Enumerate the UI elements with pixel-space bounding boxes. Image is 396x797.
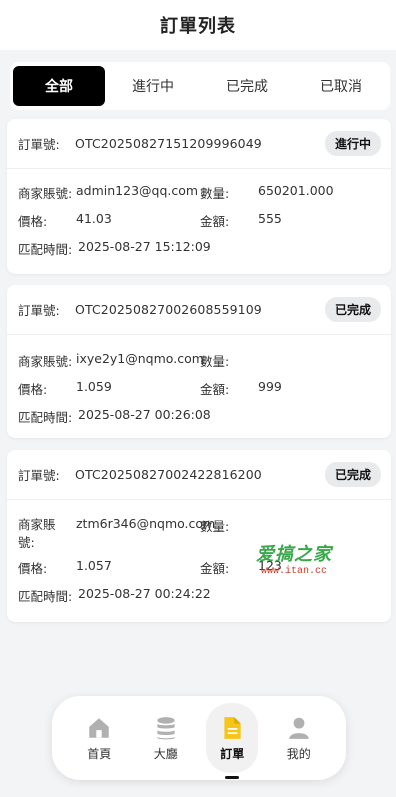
order-number-label: 訂單號:: [18, 137, 60, 152]
nav-home[interactable]: 首頁: [73, 703, 125, 773]
nav-profile[interactable]: 我的: [273, 703, 325, 773]
quantity-value: 650201.000: [258, 183, 334, 198]
match-time-value: 2025-08-27 00:26:08: [78, 407, 211, 422]
page-title: 訂單列表: [160, 16, 236, 37]
tab-all[interactable]: 全部: [13, 66, 105, 106]
nav-orders[interactable]: 訂單: [206, 703, 259, 779]
order-number-label: 訂單號:: [18, 303, 60, 318]
active-indicator: [225, 776, 240, 779]
home-icon: [89, 717, 109, 738]
amount-label: 金額:: [200, 214, 230, 229]
price-label: 價格:: [18, 561, 48, 576]
order-card-body: 商家賬號: ztm6r346@nqmo.com 數量: 價格: 1.057 金額…: [7, 500, 391, 614]
order-card[interactable]: 訂單號: OTC20250827002422816200 已完成 商家賬號: z…: [7, 450, 391, 622]
match-time-value: 2025-08-27 00:24:22: [78, 586, 211, 601]
order-card-body: 商家賬號: admin123@qq.com 數量: 650201.000 價格:…: [7, 169, 391, 267]
nav-profile-label: 我的: [286, 746, 311, 761]
order-number: OTC20250827151209996049: [75, 136, 262, 151]
order-number: OTC20250827002422816200: [75, 467, 262, 482]
document-icon: [224, 716, 241, 739]
match-time-label: 匹配時間:: [18, 410, 73, 425]
order-card-header: 訂單號: OTC20250827002608559109 已完成: [7, 285, 391, 335]
price-label: 價格:: [18, 214, 48, 229]
status-badge: 進行中: [324, 131, 381, 156]
order-number-label: 訂單號:: [18, 468, 60, 483]
order-status-tabs: 全部 進行中 已完成 已取消: [10, 62, 390, 110]
price-value: 1.057: [76, 558, 112, 573]
merchant-account: ixye2y1@nqmo.com: [76, 351, 204, 366]
quantity-label: 數量:: [200, 519, 230, 534]
quantity-label: 數量:: [200, 186, 230, 201]
order-card-header: 訂單號: OTC20250827151209996049 進行中: [7, 119, 391, 169]
price-label: 價格:: [18, 382, 48, 397]
merchant-label: 商家賬號:: [18, 186, 73, 201]
bottom-navigation: 首頁 大廳 訂單 我的: [52, 696, 346, 780]
tab-cancelled[interactable]: 已取消: [295, 66, 387, 106]
amount-label: 金額:: [200, 382, 230, 397]
merchant-label: 商家賬號:: [18, 517, 56, 550]
order-card-body: 商家賬號: ixye2y1@nqmo.com 數量: 價格: 1.059 金額:…: [7, 335, 391, 435]
status-badge: 已完成: [324, 462, 381, 487]
quantity-label: 數量:: [200, 354, 230, 369]
match-time-value: 2025-08-27 15:12:09: [78, 239, 211, 254]
status-badge: 已完成: [324, 297, 381, 322]
price-value: 1.059: [76, 379, 112, 394]
price-value: 41.03: [76, 211, 112, 226]
match-time-label: 匹配時間:: [18, 242, 73, 257]
tab-in-progress[interactable]: 進行中: [107, 66, 199, 106]
database-icon: [157, 716, 175, 739]
nav-hall[interactable]: 大廳: [140, 703, 192, 773]
order-card[interactable]: 訂單號: OTC20250827002608559109 已完成 商家賬號: i…: [7, 285, 391, 438]
nav-orders-label: 訂單: [220, 746, 245, 761]
merchant-account: admin123@qq.com: [76, 183, 199, 198]
merchant-label: 商家賬號:: [18, 354, 73, 369]
merchant-account: ztm6r346@nqmo.com: [76, 516, 216, 531]
amount-label: 金額:: [200, 561, 230, 576]
tab-completed[interactable]: 已完成: [201, 66, 293, 106]
match-time-label: 匹配時間:: [18, 589, 73, 604]
order-number: OTC20250827002608559109: [75, 302, 262, 317]
user-icon: [289, 717, 309, 739]
nav-home-label: 首頁: [87, 746, 112, 761]
nav-hall-label: 大廳: [153, 746, 178, 761]
amount-value: 123: [258, 558, 282, 573]
page-header: 訂單列表: [0, 0, 396, 50]
amount-value: 999: [258, 379, 282, 394]
order-card[interactable]: 訂單號: OTC20250827151209996049 進行中 商家賬號: a…: [7, 119, 391, 274]
order-card-header: 訂單號: OTC20250827002422816200 已完成: [7, 450, 391, 500]
amount-value: 555: [258, 211, 282, 226]
